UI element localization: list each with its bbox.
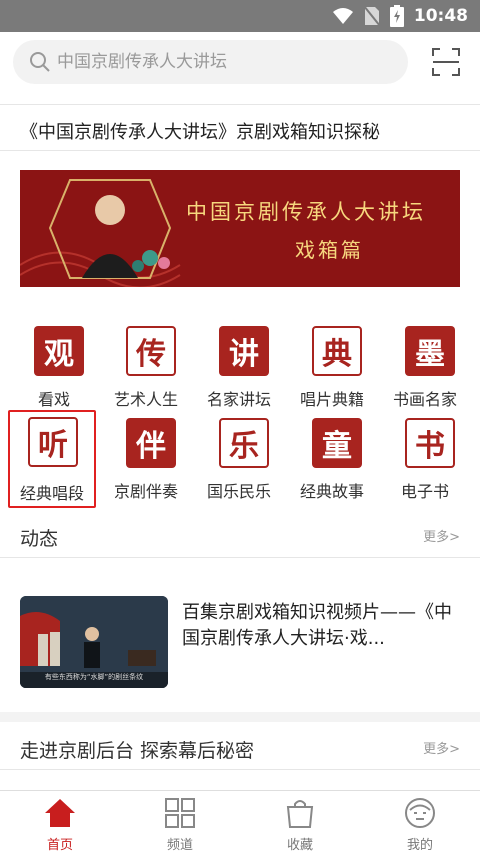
seal-icon: 伴	[126, 418, 176, 468]
tab-favorites[interactable]: 收藏	[240, 791, 360, 853]
bottom-tab-bar: 首页 频道 收藏 我的	[0, 790, 480, 853]
tab-mine[interactable]: 我的	[360, 791, 480, 853]
category-label: 电子书	[400, 482, 449, 501]
search-input[interactable]	[57, 52, 387, 72]
headline[interactable]: 《中国京剧传承人大讲坛》京剧戏箱知识探秘	[20, 118, 380, 144]
seal-icon: 观	[34, 326, 84, 376]
category-label: 唱片典籍	[299, 390, 364, 409]
seal-icon: 童	[312, 418, 362, 468]
seal-icon: 讲	[219, 326, 269, 376]
category-watch[interactable]: 观 看戏	[8, 318, 100, 410]
category-label: 艺术人生	[113, 390, 178, 409]
seal-icon: 乐	[219, 418, 269, 468]
seal-icon: 书	[405, 418, 455, 468]
category-accompaniment[interactable]: 伴 京剧伴奏	[100, 410, 192, 502]
clock: 10:48	[413, 6, 468, 26]
section-title-dynamics: 动态	[20, 528, 59, 550]
wifi-icon	[332, 8, 353, 24]
search-row	[0, 32, 480, 102]
banner-title: 中国京剧传承人大讲坛	[186, 200, 426, 224]
more-link-dynamics[interactable]: 更多>	[423, 526, 460, 545]
section-separator	[0, 712, 480, 722]
divider	[0, 104, 480, 105]
category-label: 看戏	[37, 390, 70, 409]
category-classic-arias[interactable]: 听 经典唱段	[8, 410, 96, 508]
seal-icon: 典	[312, 326, 362, 376]
news-thumbnail: 有些东西称为“水脚”的剧丝条纹	[20, 596, 168, 688]
news-thumb-caption: 有些东西称为“水脚”的剧丝条纹	[44, 673, 144, 681]
tab-channels[interactable]: 频道	[120, 791, 240, 853]
search-icon	[30, 52, 50, 72]
category-art-life[interactable]: 传 艺术人生	[100, 318, 192, 410]
section-title-backstage: 走进京剧后台 探索幕后秘密	[20, 740, 255, 762]
tab-label: 我的	[406, 838, 433, 853]
news-title: 百集京剧戏箱知识视频片——《中国京剧传承人大讲坛·戏...	[182, 602, 452, 649]
news-item[interactable]: 有些东西称为“水脚”的剧丝条纹 百集京剧戏箱知识视频片——《中国京剧传承人大讲坛…	[20, 596, 460, 688]
category-label: 国乐民乐	[206, 482, 271, 501]
tab-home[interactable]: 首页	[0, 791, 120, 853]
category-painters[interactable]: 墨 书画名家	[379, 318, 471, 410]
more-link-backstage[interactable]: 更多>	[423, 738, 460, 757]
banner[interactable]: 中国京剧传承人大讲坛 戏箱篇	[20, 170, 460, 287]
no-sim-icon	[363, 6, 380, 26]
category-label: 名家讲坛	[206, 390, 271, 409]
bag-icon	[286, 800, 314, 828]
seal-icon: 墨	[405, 326, 455, 376]
category-label: 经典故事	[299, 482, 364, 501]
scan-icon[interactable]	[431, 47, 461, 77]
category-folk-music[interactable]: 乐 国乐民乐	[193, 410, 285, 502]
seal-icon: 听	[28, 417, 78, 467]
search-box[interactable]	[13, 40, 408, 84]
tab-label: 收藏	[286, 838, 313, 853]
battery-charging-icon	[389, 5, 404, 27]
seal-icon: 传	[126, 326, 176, 376]
category-label: 京剧伴奏	[113, 482, 178, 501]
tab-label: 首页	[46, 838, 73, 853]
category-label: 书画名家	[392, 390, 457, 409]
category-label: 经典唱段	[19, 484, 84, 503]
banner-decoration	[20, 179, 181, 287]
banner-subtitle: 戏箱篇	[295, 238, 364, 262]
category-stories[interactable]: 童 经典故事	[286, 410, 378, 502]
grid-icon	[165, 798, 195, 828]
divider	[0, 769, 480, 770]
profile-icon	[405, 798, 435, 828]
category-records[interactable]: 典 唱片典籍	[286, 318, 378, 410]
home-icon	[45, 799, 75, 827]
category-ebooks[interactable]: 书 电子书	[379, 410, 471, 502]
divider	[0, 150, 480, 151]
category-master-lectures[interactable]: 讲 名家讲坛	[193, 318, 285, 410]
tab-label: 频道	[166, 838, 193, 853]
divider	[0, 557, 480, 558]
status-bar: 10:48	[0, 0, 480, 32]
